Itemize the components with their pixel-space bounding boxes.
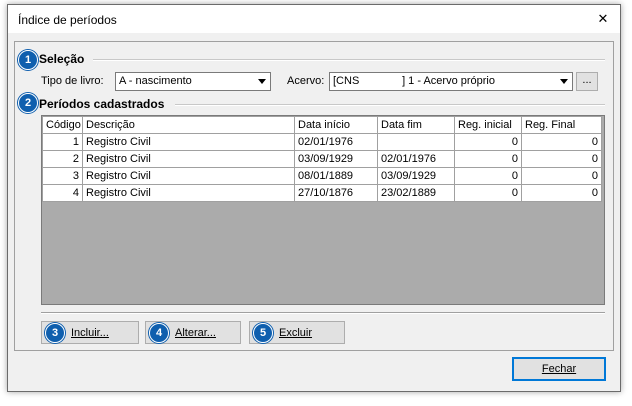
chevron-down-icon [254,73,270,90]
column-header[interactable]: Descrição [82,116,295,134]
table-header-row: Código Descrição Data início Data fim Reg. i… [42,116,602,134]
table-cell: 0 [521,133,602,151]
periodos-divider [175,104,605,106]
table-cell: 3 [42,167,83,185]
step-badge-1: 1 [18,50,38,70]
incluir-label: Incluir... [71,326,109,339]
table-cell: Registro Civil [82,184,295,202]
acervo-value: [CNS ] 1 - Acervo próprio [333,75,495,87]
periodos-table[interactable]: Código Descrição Data início Data fim Reg. i… [41,115,605,305]
table-row[interactable]: 2 Registro Civil 03/09/1929 02/01/1976 0 0 [42,150,602,168]
acervo-select[interactable]: [CNS ] 1 - Acervo próprio [329,72,573,91]
table-cell: 0 [521,184,602,202]
table-cell: 23/02/1889 [377,184,455,202]
excluir-label: Excluir [279,326,313,339]
table-cell: Registro Civil [82,150,295,168]
table-cell: 0 [454,150,522,168]
main-panel: 1 Seleção Tipo de livro: A - nascimento … [14,41,614,351]
table-cell: 0 [521,167,602,185]
close-button[interactable]: ✕ [592,9,614,29]
table-row[interactable]: 3 Registro Civil 08/01/1889 03/09/1929 0 0 [42,167,602,185]
table-cell: 02/01/1976 [377,150,455,168]
table-cell: 2 [42,150,83,168]
close-icon: ✕ [597,11,609,26]
table-cell: 03/09/1929 [377,167,455,185]
fechar-label: Fechar [541,363,577,375]
column-header[interactable]: Reg. inicial [454,116,522,134]
chevron-down-icon [556,73,572,90]
column-header[interactable]: Reg. Final [521,116,602,134]
column-header[interactable]: Data fim [377,116,455,134]
alterar-button[interactable]: 4 Alterar... [145,321,241,344]
column-header[interactable]: Data início [294,116,378,134]
title-bar: Índice de períodos ✕ [8,5,620,33]
table-cell: 0 [521,150,602,168]
step-badge-2: 2 [18,93,38,113]
window-title: Índice de períodos [18,13,117,27]
periodos-group-title: Períodos cadastrados [39,97,165,111]
column-header[interactable]: Código [42,116,83,134]
table-cell: 27/10/1876 [294,184,378,202]
table-row[interactable]: 1 Registro Civil 02/01/1976 0 0 [42,133,602,151]
tipo-livro-value: A - nascimento [119,75,192,87]
table-row[interactable]: 4 Registro Civil 27/10/1876 23/02/1889 0 0 [42,184,602,202]
selecao-group-title: Seleção [39,52,85,66]
table-cell: 4 [42,184,83,202]
acervo-label: Acervo: [287,75,325,87]
step-badge-3: 3 [45,322,65,343]
table-cell [377,133,455,151]
alterar-label: Alterar... [175,326,216,339]
actions-divider [41,312,605,314]
table-cell: Registro Civil [82,167,295,185]
selecao-divider [93,59,605,61]
table-cell: 0 [454,133,522,151]
table-cell: 0 [454,184,522,202]
table-cell: Registro Civil [82,133,295,151]
table-cell: 02/01/1976 [294,133,378,151]
table-cell: 08/01/1889 [294,167,378,185]
incluir-button[interactable]: 3 Incluir... [41,321,139,344]
acervo-browse-button[interactable]: ... [576,72,598,91]
step-badge-5: 5 [253,322,273,343]
excluir-button[interactable]: 5 Excluir [249,321,345,344]
tipo-livro-label: Tipo de livro: [41,75,104,87]
table-cell: 03/09/1929 [294,150,378,168]
fechar-button[interactable]: Fechar [512,357,606,381]
table-cell: 1 [42,133,83,151]
step-badge-4: 4 [149,322,169,343]
dialog-window: Índice de períodos ✕ 1 Seleção Tipo de l… [7,4,621,392]
tipo-livro-select[interactable]: A - nascimento [115,72,271,91]
table-cell: 0 [454,167,522,185]
